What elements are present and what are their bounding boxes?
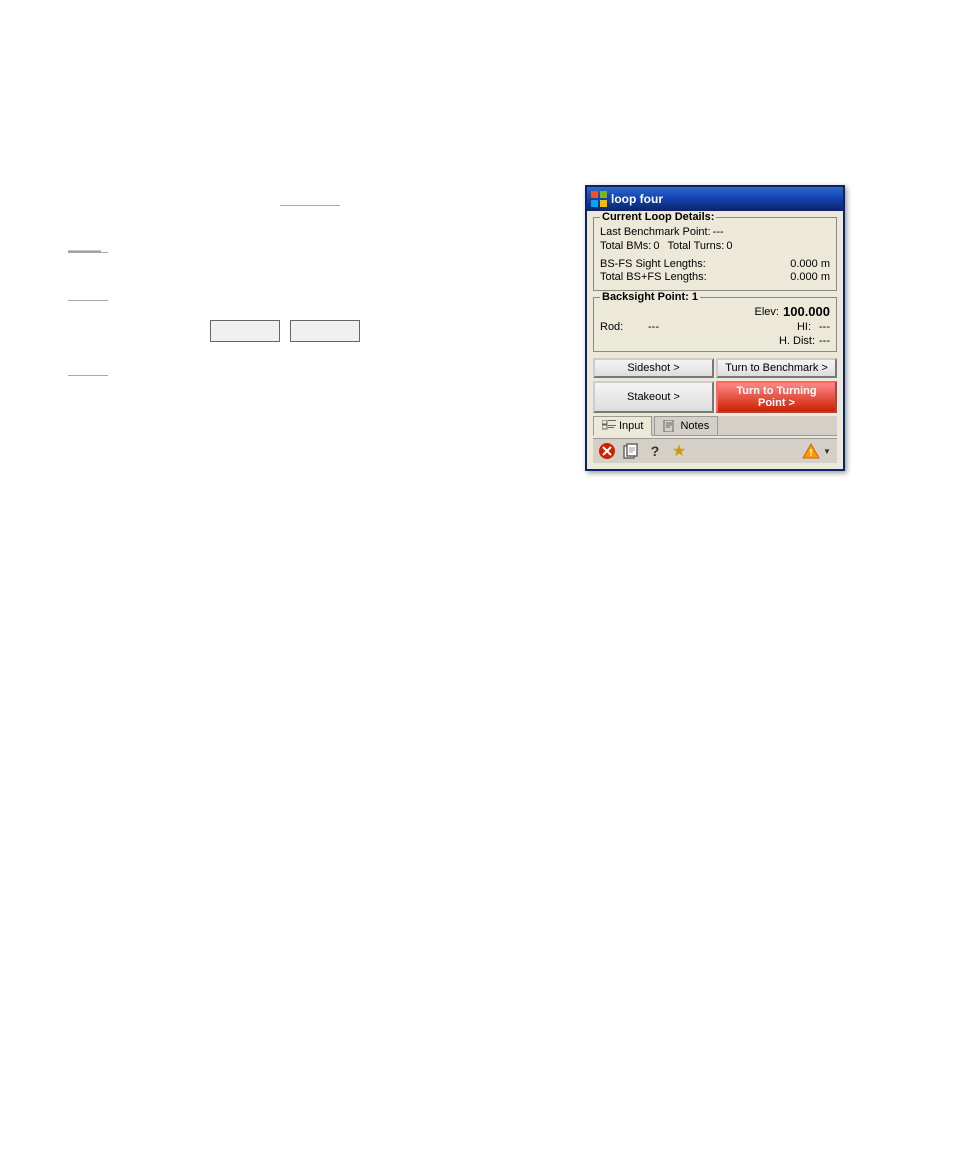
bs-fs-sight-row: BS-FS Sight Lengths: 0.000 m [600,258,830,270]
total-turns-value: 0 [726,240,732,252]
bg-underline-4 [68,300,108,301]
current-loop-title: Current Loop Details: [600,211,716,223]
input-tab-label: Input [619,420,643,432]
window-body: Current Loop Details: Last Benchmark Poi… [587,211,843,469]
action-row-1: Sideshot > Turn to Benchmark > [593,358,837,378]
totals-row: Total BMs: 0 Total Turns: 0 [600,240,830,252]
winxp-logo-icon [591,191,607,207]
svg-text:!: ! [809,448,812,459]
h-dist-label: H. Dist: [779,335,815,347]
help-toolbar-icon[interactable]: ? [645,441,665,461]
rod-label: Rod: [600,321,640,333]
dropdown-arrow-icon[interactable]: ▼ [821,441,833,461]
input-tab-icon [602,420,616,432]
bs-fs-label: BS-FS Sight Lengths: [600,258,706,270]
bg-text-1: ——— [68,245,101,257]
turn-to-turning-point-button[interactable]: Turn to Turning Point > [716,381,837,413]
total-bs-fs-label: Total BS+FS Lengths: [600,271,707,283]
notes-tab-icon [663,420,677,432]
current-loop-content: Last Benchmark Point: --- Total BMs: 0 T… [600,226,830,283]
copy-toolbar-icon[interactable] [621,441,641,461]
backsight-point-group: Backsight Point: 1 Elev: 100.000 Rod: --… [593,297,837,352]
toolbar-right-section: ! ▼ [801,441,833,461]
bottom-toolbar: ? ★ ! ▼ [593,438,837,463]
last-bm-label: Last Benchmark Point: [600,226,711,238]
bg-underline-3 [68,375,108,376]
close-toolbar-icon[interactable] [597,441,617,461]
current-loop-details-group: Current Loop Details: Last Benchmark Poi… [593,217,837,291]
total-bs-fs-row: Total BS+FS Lengths: 0.000 m [600,271,830,283]
help-icon-label: ? [651,443,660,459]
elev-label: Elev: [755,306,779,318]
elev-row: Elev: 100.000 [600,304,830,319]
backsight-content: Elev: 100.000 Rod: --- HI: --- H. Dist: … [600,304,830,347]
total-bs-fs-value: 0.000 m [790,271,830,283]
window-title: loop four [611,192,839,206]
tab-input[interactable]: Input [593,416,652,436]
total-turns-label: Total Turns: [667,240,724,252]
bs-fs-value: 0.000 m [790,258,830,270]
bg-underline-2 [68,252,108,253]
action-row-2: Stakeout > Turn to Turning Point > [593,381,837,413]
last-bm-row: Last Benchmark Point: --- [600,226,830,238]
h-dist-value: --- [819,335,830,347]
alert-toolbar-icon[interactable]: ! [801,441,821,461]
hi-label: HI: [781,321,811,333]
star-icon-label: ★ [672,441,686,461]
rod-hi-row: Rod: --- HI: --- [600,321,830,333]
bg-button-2[interactable] [290,320,360,342]
last-bm-value: --- [713,226,724,238]
h-dist-row: H. Dist: --- [600,335,830,347]
turn-to-benchmark-button[interactable]: Turn to Benchmark > [716,358,837,378]
total-bms-value: 0 [653,240,659,252]
stakeout-button[interactable]: Stakeout > [593,381,714,413]
bg-underline-1 [280,205,340,206]
hi-value: --- [819,321,830,333]
sideshot-button[interactable]: Sideshot > [593,358,714,378]
titlebar: loop four [587,187,843,211]
tab-notes[interactable]: Notes [654,416,718,435]
bg-button-1[interactable] [210,320,280,342]
tabs-bar: Input Notes [593,416,837,436]
rod-value: --- [648,321,659,333]
main-window: loop four Current Loop Details: Last Ben… [585,185,845,471]
total-bms-label: Total BMs: [600,240,651,252]
backsight-group-title: Backsight Point: 1 [600,291,700,303]
elev-value: 100.000 [783,304,830,319]
background-page: ——— [0,0,954,1159]
star-toolbar-icon[interactable]: ★ [669,441,689,461]
notes-tab-label: Notes [680,420,709,432]
